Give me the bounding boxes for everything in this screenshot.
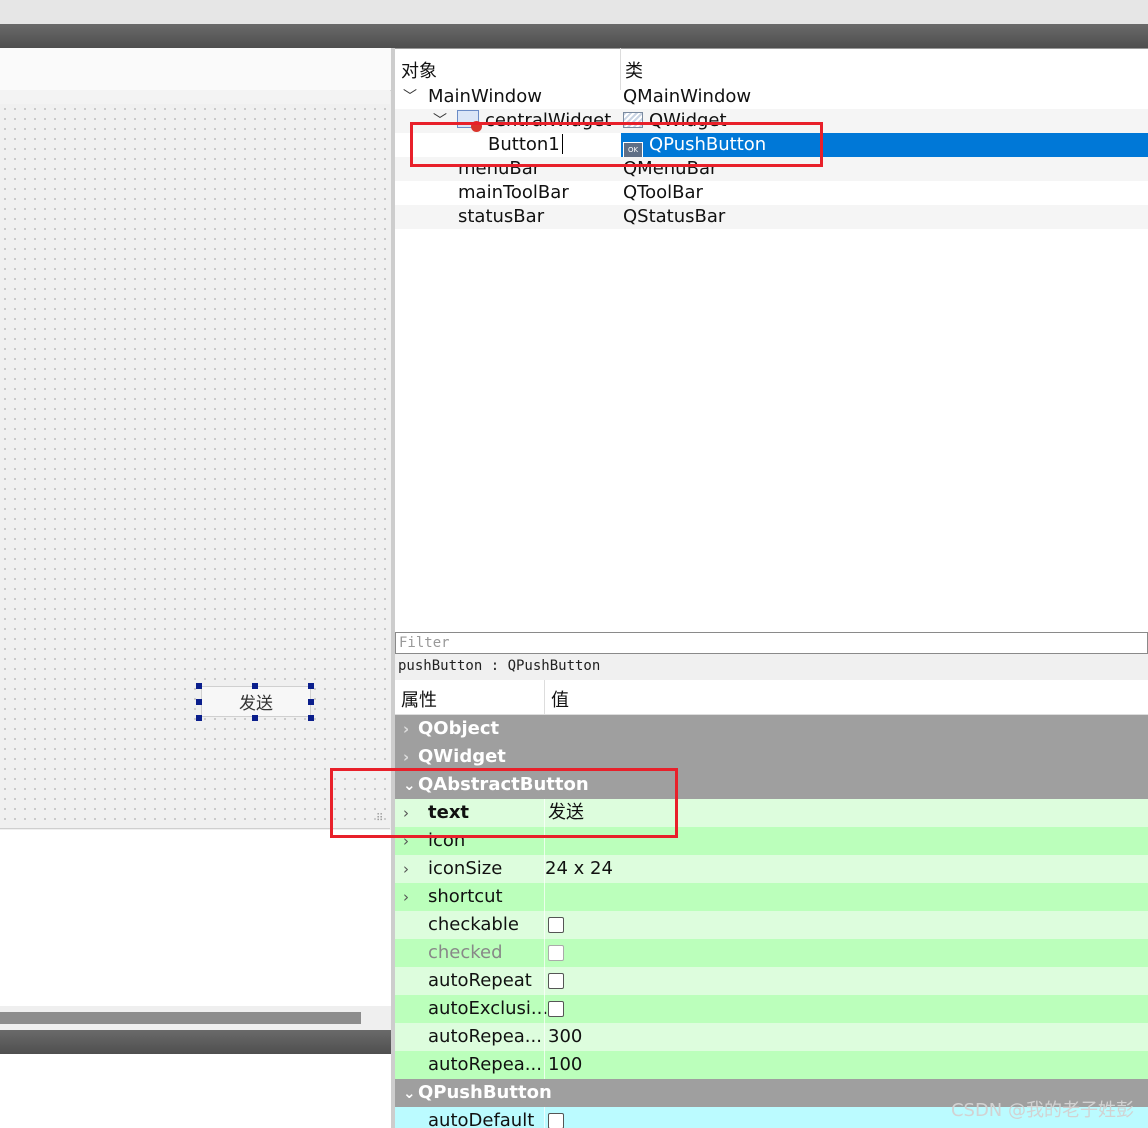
- form-canvas[interactable]: [0, 104, 390, 829]
- tree-row-statusbar[interactable]: statusBar QStatusBar: [395, 205, 1148, 229]
- property-name: autoExclusi...: [428, 998, 549, 1019]
- selection-handle[interactable]: [308, 699, 314, 705]
- property-name: checkable: [428, 914, 519, 935]
- selection-handle[interactable]: [252, 683, 258, 689]
- column-separator: [544, 995, 545, 1023]
- class-name: QMainWindow: [623, 86, 752, 107]
- bottom-dock-area: [0, 1054, 394, 1128]
- property-row-iconsize[interactable]: › iconSize 24 x 24: [395, 855, 1148, 883]
- column-separator: [544, 1023, 545, 1051]
- property-row-shortcut[interactable]: › shortcut: [395, 883, 1148, 911]
- property-value[interactable]: 100: [548, 1051, 582, 1079]
- checkable-checkbox[interactable]: [548, 917, 564, 933]
- object-name: mainToolBar: [458, 182, 569, 203]
- dock-title-bar: [0, 24, 1148, 48]
- horizontal-scrollbar-thumb[interactable]: [0, 1012, 361, 1024]
- object-column-header[interactable]: 对象: [401, 57, 437, 83]
- property-row-checked[interactable]: checked: [395, 939, 1148, 967]
- property-row-checkable[interactable]: checkable: [395, 911, 1148, 939]
- property-value[interactable]: 24 x 24: [545, 855, 613, 883]
- column-separator: [544, 1107, 545, 1128]
- property-row-autorepeat[interactable]: autoRepeat: [395, 967, 1148, 995]
- property-value[interactable]: 300: [548, 1023, 582, 1051]
- category-qobject[interactable]: › QObject: [395, 715, 1148, 743]
- form-editor-gap: [0, 90, 390, 104]
- column-separator: [544, 911, 545, 939]
- object-name: MainWindow: [428, 86, 542, 107]
- category-label: QObject: [418, 718, 500, 739]
- property-row-autorepeat-delay[interactable]: autoRepea... 300: [395, 1023, 1148, 1051]
- property-name: iconSize: [428, 858, 503, 879]
- category-qwidget[interactable]: › QWidget: [395, 743, 1148, 771]
- checked-checkbox: [548, 945, 564, 961]
- category-label: QPushButton: [418, 1082, 552, 1103]
- property-name: shortcut: [428, 886, 503, 907]
- top-strip: [0, 0, 1148, 24]
- selection-handle[interactable]: [308, 683, 314, 689]
- column-separator: [544, 1051, 545, 1079]
- highlight-box-property: [330, 768, 678, 838]
- collapsed-chevron-icon[interactable]: ›: [403, 715, 409, 743]
- bottom-dock-title-bar: [0, 1030, 394, 1054]
- selection-handle[interactable]: [252, 715, 258, 721]
- property-table-header: 属性 值: [395, 680, 1148, 715]
- autoexclusive-checkbox[interactable]: [548, 1001, 564, 1017]
- property-filter-input[interactable]: Filter: [395, 632, 1148, 654]
- selection-handle[interactable]: [308, 715, 314, 721]
- column-separator: [544, 939, 545, 967]
- property-name: checked: [428, 942, 503, 963]
- expanded-chevron-icon[interactable]: ⌄: [403, 1079, 416, 1107]
- class-name: QToolBar: [623, 182, 703, 203]
- column-separator: [544, 967, 545, 995]
- header-divider: [544, 680, 545, 714]
- column-separator: [544, 883, 545, 911]
- property-name: autoRepeat: [428, 970, 532, 991]
- property-row-autoexclusive[interactable]: autoExclusi...: [395, 995, 1148, 1023]
- form-editor-bottom-area: [0, 830, 392, 1030]
- object-name: statusBar: [458, 206, 545, 227]
- selected-object-info: pushButton : QPushButton: [395, 654, 1148, 678]
- property-name: autoDefault: [428, 1110, 535, 1128]
- tree-row-maintoolbar[interactable]: mainToolBar QToolBar: [395, 181, 1148, 205]
- property-column-header[interactable]: 属性: [401, 686, 437, 712]
- selection-handle[interactable]: [196, 683, 202, 689]
- class-name: QStatusBar: [623, 206, 726, 227]
- selection-handle[interactable]: [196, 699, 202, 705]
- watermark-text: CSDN @我的老子姓彭: [950, 1100, 1134, 1121]
- property-row-autorepeat-interval[interactable]: autoRepea... 100: [395, 1051, 1148, 1079]
- selection-handle[interactable]: [196, 715, 202, 721]
- autorepeat-checkbox[interactable]: [548, 973, 564, 989]
- highlight-box-object: [410, 122, 823, 167]
- collapsed-chevron-icon[interactable]: ›: [403, 743, 409, 771]
- send-button-label: 发送: [239, 694, 273, 714]
- property-name: autoRepea...: [428, 1054, 542, 1075]
- send-button[interactable]: 发送: [201, 686, 311, 717]
- tree-row-mainwindow[interactable]: ﹀ MainWindow QMainWindow: [395, 85, 1148, 109]
- header-divider: [620, 48, 621, 90]
- form-editor-header: [0, 48, 392, 91]
- autodefault-checkbox[interactable]: [548, 1113, 564, 1128]
- collapsed-chevron-icon[interactable]: ›: [403, 855, 409, 883]
- collapsed-chevron-icon[interactable]: ›: [403, 883, 409, 911]
- value-column-header[interactable]: 值: [551, 686, 569, 712]
- category-label: QWidget: [418, 746, 506, 767]
- expand-chevron-icon[interactable]: ﹀: [403, 85, 417, 109]
- class-column-header[interactable]: 类: [625, 57, 643, 83]
- property-name: autoRepea...: [428, 1026, 542, 1047]
